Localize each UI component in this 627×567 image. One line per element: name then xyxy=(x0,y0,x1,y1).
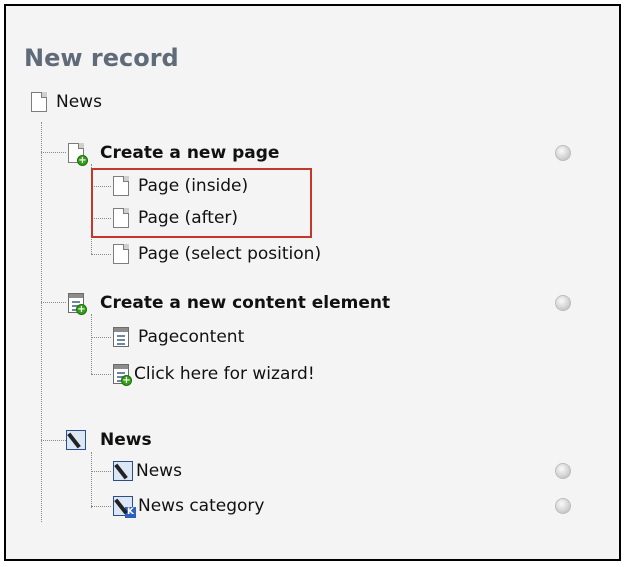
tree-root-label: News xyxy=(56,92,102,112)
content-element-icon xyxy=(113,327,129,347)
tree-line xyxy=(91,471,111,472)
tree-item-label: Page (select position) xyxy=(138,244,322,264)
highlight-box xyxy=(91,168,312,238)
page-title: New record xyxy=(24,44,179,72)
tree-item-label: News xyxy=(136,461,182,481)
tree-line xyxy=(91,452,92,508)
group-label: News xyxy=(100,430,152,450)
tree-item-page-select-position[interactable]: Page (select position) xyxy=(113,242,321,266)
tree-line xyxy=(41,152,66,153)
tree-line xyxy=(91,337,111,338)
tree-root-news[interactable]: News xyxy=(31,90,102,114)
tree-item-label: Pagecontent xyxy=(138,327,245,347)
tree-item-pagecontent[interactable]: Pagecontent xyxy=(113,325,244,349)
tree-item-news[interactable]: News xyxy=(113,459,182,483)
tree-line xyxy=(91,506,111,507)
news-icon xyxy=(66,430,86,450)
tree-item-label: News category xyxy=(138,496,265,516)
news-category-icon: K xyxy=(113,496,136,518)
help-icon[interactable] xyxy=(555,498,571,514)
tree-line xyxy=(91,314,92,374)
new-content-element-icon: + xyxy=(68,293,87,315)
tree-line xyxy=(41,302,66,303)
new-record-panel xyxy=(4,4,621,561)
tree-line xyxy=(41,122,42,522)
group-label: Create a new content element xyxy=(100,293,391,313)
tree-line xyxy=(91,374,111,375)
page-icon xyxy=(113,244,129,264)
tree-item-news-category[interactable]: K News category xyxy=(113,494,264,518)
group-create-new-content-element: + Create a new content element xyxy=(68,290,390,316)
news-icon xyxy=(113,461,133,481)
help-icon[interactable] xyxy=(555,295,571,311)
new-page-icon: + xyxy=(68,143,88,166)
tree-item-wizard[interactable]: + Click here for wizard! xyxy=(113,362,315,386)
group-label: Create a new page xyxy=(100,143,280,163)
group-create-new-page: + Create a new page xyxy=(68,140,279,166)
help-icon[interactable] xyxy=(555,145,571,161)
wizard-icon: + xyxy=(113,364,132,386)
group-news: News xyxy=(66,427,152,453)
tree-item-label: Click here for wizard! xyxy=(134,364,315,384)
help-icon[interactable] xyxy=(555,463,571,479)
tree-line xyxy=(91,254,111,255)
tree-line xyxy=(41,440,66,441)
page-icon xyxy=(31,92,47,112)
